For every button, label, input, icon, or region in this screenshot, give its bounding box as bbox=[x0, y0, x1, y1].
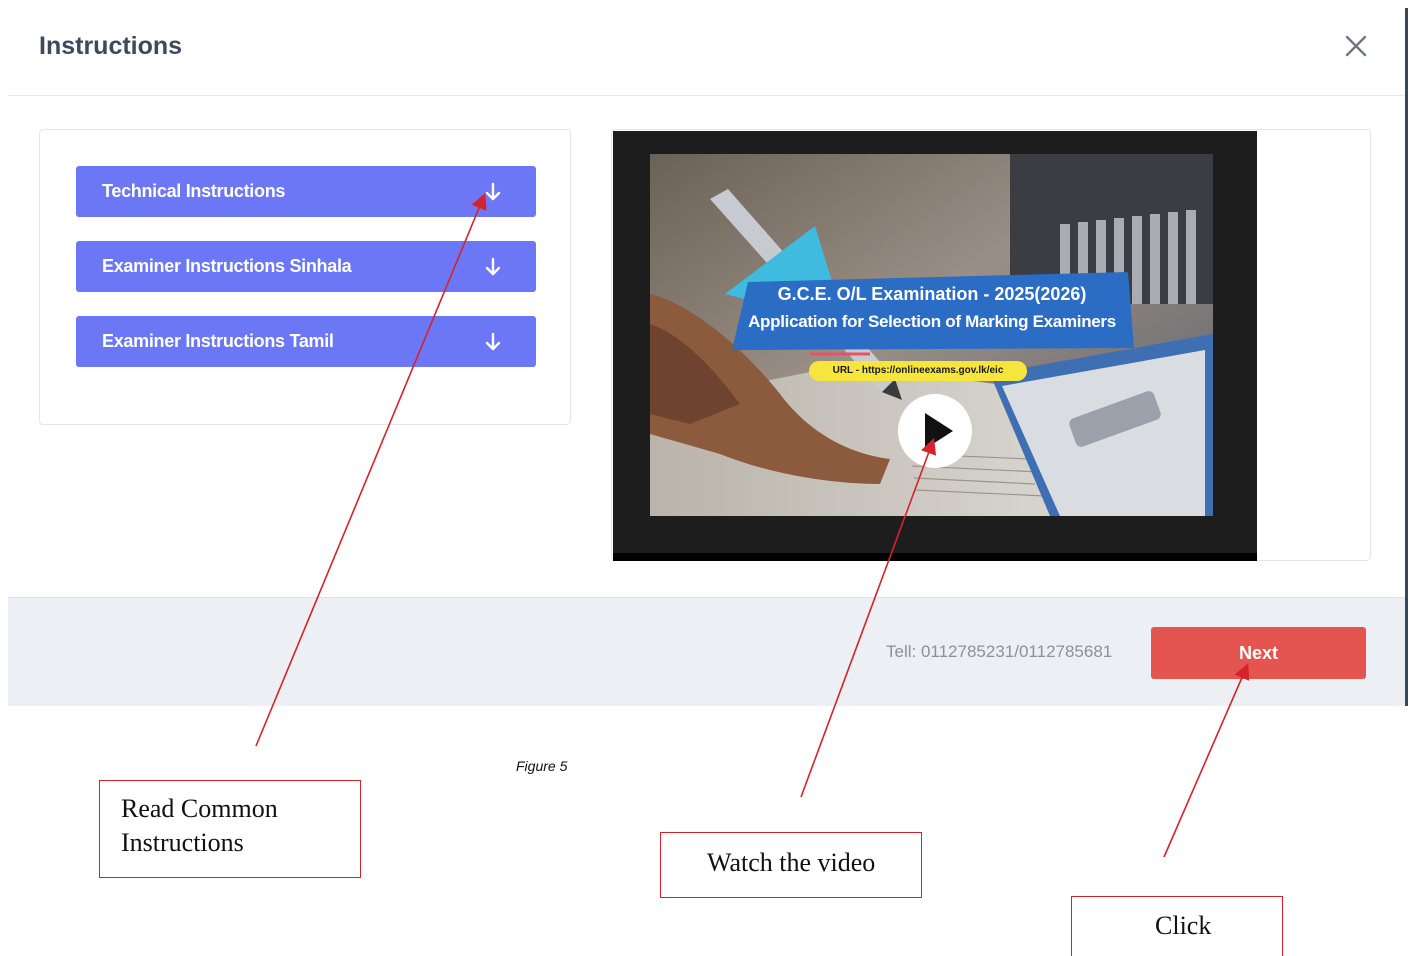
video-url-label: URL - https://onlineexams.gov.lk/eic bbox=[809, 361, 1027, 381]
examiner-instructions-tamil-button[interactable]: Examiner Instructions Tamil bbox=[76, 316, 536, 367]
video-controls-strip bbox=[613, 553, 1257, 561]
figure-caption: Figure 5 bbox=[516, 758, 568, 774]
window-edge bbox=[1405, 8, 1408, 706]
close-button[interactable] bbox=[1338, 28, 1374, 64]
callout-text: Instructions bbox=[121, 828, 244, 857]
callout-text: Click bbox=[1155, 911, 1212, 940]
callout-watch-video: Watch the video bbox=[660, 832, 922, 898]
next-button[interactable]: Next bbox=[1151, 627, 1366, 679]
video-player[interactable]: G.C.E. O/L Examination - 2025(2026) Appl… bbox=[613, 131, 1257, 561]
close-icon bbox=[1345, 35, 1367, 57]
instruction-label: Examiner Instructions Sinhala bbox=[102, 256, 352, 276]
instructions-modal: Instructions Technical Instructions Exam… bbox=[8, 0, 1408, 706]
play-icon bbox=[925, 413, 953, 449]
callout-click: Click bbox=[1071, 896, 1283, 956]
video-thumbnail: G.C.E. O/L Examination - 2025(2026) Appl… bbox=[650, 154, 1213, 516]
contact-phone: Tell: 0112785231/0112785681 bbox=[886, 642, 1113, 661]
instructions-panel: Technical Instructions Examiner Instruct… bbox=[39, 129, 571, 425]
video-title-line1: G.C.E. O/L Examination - 2025(2026) bbox=[777, 284, 1087, 304]
instruction-label: Technical Instructions bbox=[102, 181, 286, 201]
arrow-down-icon bbox=[485, 182, 501, 201]
callout-text: Watch the video bbox=[707, 848, 876, 877]
instruction-label: Examiner Instructions Tamil bbox=[102, 331, 334, 351]
examiner-instructions-sinhala-button[interactable]: Examiner Instructions Sinhala bbox=[76, 241, 536, 292]
modal-title: Instructions bbox=[39, 32, 183, 60]
callout-text: Read Common bbox=[121, 794, 278, 823]
video-panel: G.C.E. O/L Examination - 2025(2026) Appl… bbox=[611, 129, 1371, 561]
video-title-line2: Application for Selection of Marking Exa… bbox=[748, 312, 1116, 331]
arrow-down-icon bbox=[485, 257, 501, 276]
video-title-banner: G.C.E. O/L Examination - 2025(2026) Appl… bbox=[734, 272, 1130, 348]
modal-header: Instructions bbox=[8, 0, 1408, 96]
callout-read-instructions: Read Common Instructions bbox=[99, 780, 361, 878]
play-button[interactable] bbox=[898, 394, 972, 468]
modal-footer: Tell: 0112785231/0112785681 Next bbox=[8, 597, 1408, 706]
technical-instructions-button[interactable]: Technical Instructions bbox=[76, 166, 536, 217]
arrow-down-icon bbox=[485, 332, 501, 351]
